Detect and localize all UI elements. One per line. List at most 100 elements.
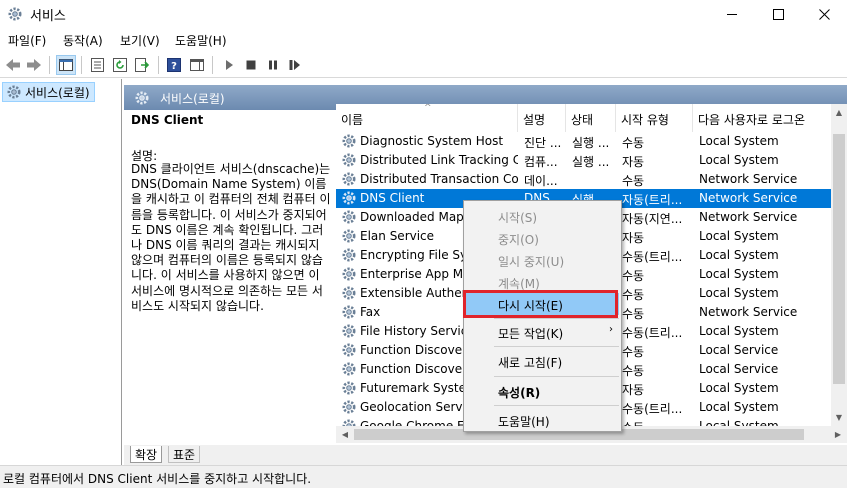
- service-row[interactable]: Distributed Transaction Co... 데이... 수동 Netw…: [336, 170, 831, 189]
- toolbar-separator: [158, 56, 159, 74]
- service-gear-icon: [342, 286, 356, 300]
- service-gear-icon: [342, 305, 356, 319]
- console-tree-button[interactable]: [56, 55, 76, 75]
- service-gear-icon: [342, 248, 356, 262]
- status-bar: 로컬 컴퓨터에서 DNS Client 서비스를 중지하고 시작합니다.: [0, 465, 847, 488]
- service-startup-type: 수동(트리...: [622, 402, 683, 416]
- menu-action[interactable]: 동작(A): [63, 32, 103, 49]
- service-gear-icon: [342, 210, 356, 224]
- back-button[interactable]: [3, 55, 23, 75]
- minimize-button[interactable]: [709, 0, 755, 28]
- menu-separator: [494, 376, 619, 377]
- ctx-pause[interactable]: 일시 중지(U): [466, 249, 619, 271]
- tab-extended[interactable]: 확장: [130, 446, 163, 463]
- service-gear-icon: [342, 191, 356, 205]
- service-gear-icon: [342, 172, 356, 186]
- ctx-all-tasks[interactable]: 모든 작업(K) ›: [466, 321, 619, 343]
- column-header-startup-type[interactable]: 시작 유형: [616, 104, 693, 132]
- service-startup-type: 자동(트리...: [622, 193, 683, 207]
- export-button[interactable]: [133, 55, 153, 75]
- services-gear-icon: [7, 85, 21, 99]
- service-startup-type: 수동: [622, 136, 645, 150]
- stop-icon: [246, 60, 256, 70]
- sort-ascending-icon: ^: [424, 104, 432, 113]
- ctx-refresh[interactable]: 새로 고침(F): [466, 350, 619, 372]
- column-header-log-on-as[interactable]: 다음 사용자로 로그온: [693, 104, 831, 132]
- service-log-on-as: Local System: [699, 229, 779, 243]
- description-text: DNS 클라이언트 서비스(dnscache)는 DNS(Domain Name…: [131, 162, 331, 313]
- service-log-on-as: Local System: [699, 286, 779, 300]
- console-tree: 서비스(로컬): [0, 79, 122, 465]
- properties-list-button[interactable]: [87, 55, 107, 75]
- help-icon: ?: [167, 58, 181, 72]
- tree-item-label: 서비스(로컬): [25, 86, 90, 100]
- menu-separator: [494, 346, 619, 347]
- menu-view[interactable]: 보기(V): [120, 32, 160, 49]
- start-service-button[interactable]: [219, 55, 239, 75]
- service-gear-icon: [342, 343, 356, 357]
- pane-header-title: 서비스(로컬): [160, 92, 225, 106]
- ctx-stop[interactable]: 중지(O): [466, 227, 619, 249]
- service-startup-type: 수동(트리...: [622, 250, 683, 264]
- service-startup-type: 자동: [622, 155, 645, 169]
- column-header-description[interactable]: 설명: [518, 104, 566, 132]
- window-title: 서비스: [30, 9, 66, 24]
- service-row[interactable]: Diagnostic System Host 진단 ... 실행 ... 수동 Loca…: [336, 132, 831, 151]
- menu-bar: 파일(F) 동작(A) 보기(V) 도움말(H): [0, 28, 847, 52]
- service-log-on-as: Local System: [699, 153, 779, 167]
- ctx-all-tasks-label: 모든 작업(K): [498, 327, 564, 341]
- restart-icon: [289, 60, 300, 70]
- maximize-button[interactable]: [755, 0, 801, 28]
- pause-service-button[interactable]: [263, 55, 283, 75]
- submenu-arrow-icon: ›: [609, 324, 613, 335]
- list-header: 이름 ^ 설명 상태 시작 유형 다음 사용자로 로그온: [336, 104, 831, 132]
- service-row[interactable]: Distributed Link Tracking C... 컴퓨... 실행 ..…: [336, 151, 831, 170]
- ctx-start[interactable]: 시작(S): [466, 205, 619, 227]
- status-text: 로컬 컴퓨터에서 DNS Client 서비스를 중지하고 시작합니다.: [3, 472, 312, 486]
- forward-button[interactable]: [24, 55, 44, 75]
- scroll-left-arrow-icon[interactable]: ◀: [338, 427, 352, 442]
- service-log-on-as: Local System: [699, 248, 779, 262]
- tab-standard[interactable]: 표준: [168, 446, 201, 463]
- service-gear-icon: [342, 134, 356, 148]
- menu-file[interactable]: 파일(F): [8, 32, 46, 49]
- refresh-icon: [113, 58, 127, 72]
- ctx-help[interactable]: 도움말(H): [466, 409, 619, 431]
- service-log-on-as: Local System: [699, 324, 779, 338]
- tree-item-services-local[interactable]: 서비스(로컬): [2, 82, 95, 102]
- console-tree-icon: [59, 59, 73, 71]
- menu-help[interactable]: 도움말(H): [175, 32, 227, 49]
- title-bar: 서비스: [0, 0, 847, 28]
- toolbar-separator: [81, 56, 82, 74]
- menu-separator: [494, 405, 619, 406]
- service-name: Distributed Link Tracking C...: [360, 153, 518, 167]
- column-header-status[interactable]: 상태: [566, 104, 616, 132]
- vertical-scrollbar[interactable]: ▲ ▼: [831, 104, 847, 426]
- show-hide-button[interactable]: [187, 55, 207, 75]
- service-startup-type: 수동: [622, 288, 645, 302]
- service-startup-type: 자동: [622, 383, 645, 397]
- restart-highlight-box: [463, 290, 618, 318]
- help-button[interactable]: ?: [164, 55, 184, 75]
- service-gear-icon: [342, 324, 356, 338]
- vertical-scroll-thumb[interactable]: [833, 134, 845, 384]
- scroll-right-arrow-icon[interactable]: ▶: [831, 427, 845, 442]
- column-header-name[interactable]: 이름 ^: [336, 104, 518, 132]
- close-button[interactable]: [801, 0, 847, 28]
- service-log-on-as: Local Service: [699, 362, 779, 376]
- stop-service-button[interactable]: [241, 55, 261, 75]
- back-icon: [6, 59, 20, 71]
- refresh-button[interactable]: [110, 55, 130, 75]
- service-startup-type: 수동: [622, 307, 645, 321]
- service-log-on-as: Network Service: [699, 191, 798, 205]
- ctx-properties[interactable]: 속성(R): [466, 380, 619, 402]
- description-panel: DNS Client 설명: DNS 클라이언트 서비스(dnscache)는 …: [124, 110, 331, 445]
- menu-separator: [494, 318, 619, 319]
- restart-service-button[interactable]: [285, 55, 305, 75]
- service-gear-icon: [342, 229, 356, 243]
- service-description: 데이...: [524, 174, 558, 188]
- scroll-down-arrow-icon[interactable]: ▼: [831, 409, 847, 426]
- toolbar-separator: [49, 56, 50, 74]
- service-startup-type: 수동: [622, 174, 645, 188]
- scroll-up-arrow-icon[interactable]: ▲: [831, 104, 847, 121]
